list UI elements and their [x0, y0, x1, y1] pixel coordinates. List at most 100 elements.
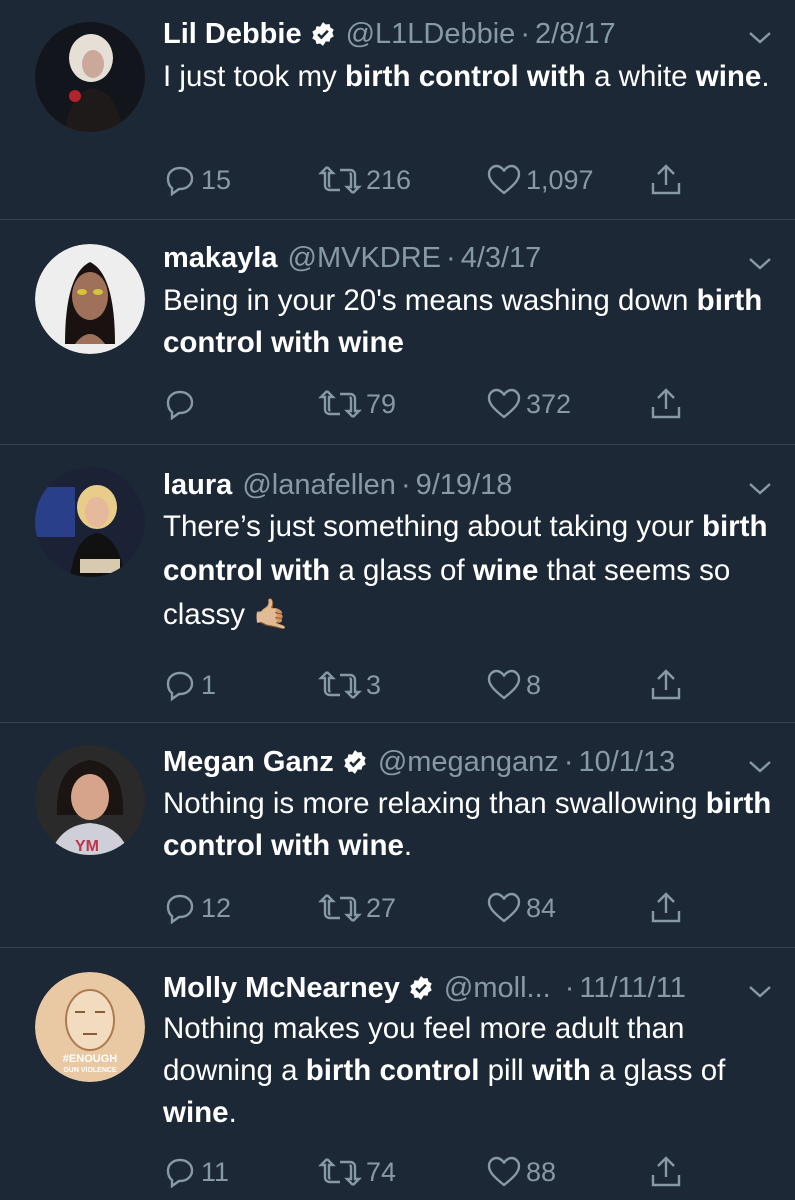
- retweet-icon: [318, 390, 362, 418]
- reply-icon: [166, 390, 194, 421]
- chevron-down-icon[interactable]: [747, 982, 773, 1000]
- call-me-hand-emoji: 🤙🏼: [253, 598, 290, 631]
- reply-count: 12: [201, 892, 232, 923]
- share-button[interactable]: [648, 665, 684, 705]
- tweet-text: There’s just something about taking your…: [163, 505, 773, 637]
- highlighted-text: wine: [695, 60, 762, 93]
- like-button[interactable]: 88: [486, 1152, 556, 1192]
- retweet-button[interactable]: 216: [318, 160, 411, 200]
- avatar[interactable]: YM: [35, 745, 145, 855]
- reply-count: 15: [201, 164, 232, 195]
- like-count: 8: [526, 669, 542, 700]
- chevron-down-icon[interactable]: [747, 254, 773, 272]
- share-button[interactable]: [648, 160, 684, 200]
- retweet-count: 3: [366, 669, 382, 700]
- like-button[interactable]: 1,097: [486, 160, 594, 200]
- retweet-icon: [318, 671, 362, 699]
- reply-button[interactable]: [163, 384, 201, 424]
- tweet[interactable]: YM Megan Ganz @meganganz · 10/1/13 Nothi…: [0, 723, 795, 948]
- retweet-button[interactable]: 79: [318, 384, 396, 424]
- text-segment: There’s just something about taking your: [163, 510, 702, 543]
- reply-button[interactable]: 11: [163, 1152, 229, 1192]
- chevron-down-icon[interactable]: [747, 479, 773, 497]
- text-segment: .: [403, 829, 413, 862]
- reply-icon: [166, 671, 194, 702]
- retweet-button[interactable]: 27: [318, 888, 396, 928]
- verified-badge-icon: [311, 22, 334, 46]
- text-segment: a glass of: [590, 1054, 726, 1087]
- heart-icon: [487, 1156, 521, 1187]
- separator-dot: ·: [446, 241, 456, 274]
- display-name[interactable]: Molly McNearney: [163, 972, 400, 1005]
- reply-button[interactable]: 12: [163, 888, 231, 928]
- highlighted-text: with: [531, 1054, 591, 1087]
- like-button[interactable]: 84: [486, 888, 556, 928]
- tweet-text: Nothing is more relaxing than swallowing…: [163, 783, 773, 867]
- handle[interactable]: @L1LDebbie: [346, 18, 516, 51]
- retweet-icon: [318, 1158, 362, 1186]
- text-segment: a glass of: [330, 554, 473, 587]
- heart-icon: [487, 388, 521, 419]
- separator-dot: ·: [520, 17, 530, 50]
- heart-icon: [487, 164, 521, 195]
- tweet[interactable]: #ENOUGH GUN VIOLENCE Molly McNearney @mo…: [0, 948, 795, 1200]
- like-button[interactable]: 372: [486, 384, 571, 424]
- timestamp[interactable]: 2/8/17: [535, 18, 616, 51]
- chevron-down-icon[interactable]: [747, 757, 773, 775]
- retweet-count: 74: [366, 1156, 397, 1187]
- tweet[interactable]: Lil Debbie @L1LDebbie · 2/8/17 I just to…: [0, 0, 795, 220]
- share-button[interactable]: [648, 384, 684, 424]
- highlighted-text: wine: [163, 1096, 229, 1129]
- like-button[interactable]: 8: [486, 665, 541, 705]
- text-segment: I just took my: [163, 60, 345, 93]
- avatar[interactable]: [35, 244, 145, 354]
- handle[interactable]: @moll...: [444, 972, 551, 1005]
- text-segment: Being in your 20's means washing down: [163, 284, 697, 317]
- tweet-text: Being in your 20's means washing down bi…: [163, 280, 773, 364]
- tweet[interactable]: laura @lanafellen · 9/19/18 There’s just…: [0, 445, 795, 723]
- reply-button[interactable]: 1: [163, 665, 216, 705]
- handle[interactable]: @MVKDRE: [288, 242, 442, 275]
- timestamp[interactable]: 4/3/17: [461, 242, 542, 275]
- chevron-down-icon[interactable]: [747, 28, 773, 46]
- reply-icon: [166, 1158, 194, 1189]
- avatar[interactable]: #ENOUGH GUN VIOLENCE: [35, 972, 145, 1082]
- handle[interactable]: @meganganz: [378, 746, 559, 779]
- tweet-text: Nothing makes you feel more adult than d…: [163, 1008, 773, 1134]
- share-button[interactable]: [648, 1152, 684, 1192]
- reply-icon: [166, 894, 194, 925]
- reply-count: 11: [201, 1156, 230, 1187]
- retweet-count: 79: [366, 388, 397, 419]
- display-name[interactable]: Lil Debbie: [163, 18, 302, 51]
- tweet[interactable]: makayla @MVKDRE · 4/3/17 Being in your 2…: [0, 220, 795, 445]
- verified-badge-icon: [410, 976, 432, 1000]
- share-icon: [651, 388, 681, 419]
- share-button[interactable]: [648, 888, 684, 928]
- retweet-count: 216: [366, 164, 412, 195]
- timestamp[interactable]: 10/1/13: [578, 746, 675, 779]
- display-name[interactable]: makayla: [163, 242, 278, 275]
- reply-button[interactable]: 15: [163, 160, 231, 200]
- avatar[interactable]: [35, 22, 145, 132]
- display-name[interactable]: Megan Ganz: [163, 746, 334, 779]
- text-segment: Nothing is more relaxing than swallowing: [163, 787, 706, 820]
- text-segment: a white: [585, 60, 696, 93]
- like-count: 372: [526, 388, 572, 419]
- share-icon: [651, 1156, 681, 1187]
- timestamp[interactable]: 11/11/11: [579, 972, 685, 1005]
- like-count: 1,097: [526, 164, 594, 195]
- timestamp[interactable]: 9/19/18: [416, 469, 513, 502]
- separator-dot: ·: [563, 745, 574, 778]
- avatar[interactable]: [35, 467, 145, 577]
- retweet-button[interactable]: 3: [318, 665, 381, 705]
- highlighted-text: birth control with: [344, 60, 586, 93]
- share-icon: [651, 669, 681, 700]
- reply-icon: [166, 166, 194, 197]
- retweet-button[interactable]: 74: [318, 1152, 396, 1192]
- heart-icon: [487, 892, 521, 923]
- highlighted-text: birth control: [305, 1054, 480, 1087]
- retweet-count: 27: [366, 892, 397, 923]
- handle[interactable]: @lanafellen: [242, 469, 396, 502]
- display-name[interactable]: laura: [163, 469, 232, 502]
- like-count: 88: [526, 1156, 557, 1187]
